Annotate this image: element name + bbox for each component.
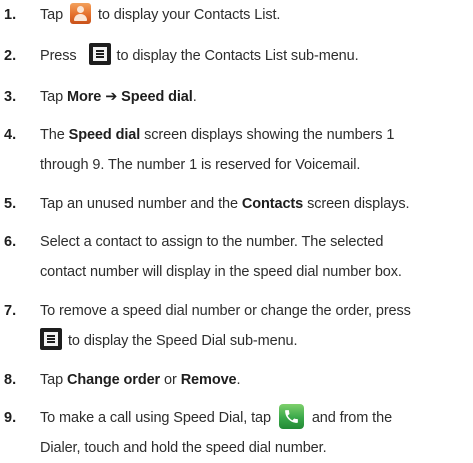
step-bold-text: Change order (67, 372, 161, 388)
step-number: 7. (4, 303, 17, 319)
step-text-part: Tap (40, 89, 64, 105)
step-text: Tap More ➔ Speed dial. (40, 82, 470, 112)
step-text: Press to display the Contacts List sub-m… (40, 41, 470, 71)
step-bold-text: Contacts (241, 196, 304, 212)
step-text-line2: contact number will display in the speed… (40, 264, 402, 280)
step-number: 6. (4, 234, 17, 250)
menu-key-icon (40, 328, 62, 351)
step-number: 1. (4, 7, 17, 23)
step-text-part: to display your Contacts List. (97, 7, 281, 23)
step-text: Select a contact to assign to the number… (40, 227, 470, 287)
contacts-app-icon (70, 2, 92, 24)
step-text-part: screen displays showing the numbers 1 (144, 127, 395, 143)
menu-key-icon (88, 43, 111, 66)
step-number: 2. (4, 48, 17, 64)
step-number: 3. (4, 89, 17, 105)
step-text-part: or (164, 372, 177, 388)
step-text-part: to display the Contacts List sub-menu. (116, 48, 359, 64)
step-text-part: The (40, 127, 65, 143)
step-bold-text: More ➔ Speed dial (67, 89, 193, 105)
step-text-part: Tap (40, 7, 64, 23)
step-text-part: Press (40, 48, 77, 64)
step-bold-text: Speed dial (68, 127, 141, 143)
step-text-line1: To remove a speed dial number or change … (40, 303, 411, 319)
step-text: Tap to display your Contacts List. (40, 0, 470, 30)
phone-dialer-icon (278, 403, 304, 429)
step-text: To make a call using Speed Dial, tap and… (40, 403, 470, 463)
step-text-part: Tap an unused number and the (40, 196, 238, 212)
step-text-line2: Dialer, touch and hold the speed dial nu… (40, 440, 327, 456)
step-text-line1: Select a contact to assign to the number… (40, 234, 384, 250)
step-number: 4. (4, 127, 17, 143)
step-text: To remove a speed dial number or change … (40, 296, 470, 356)
step-number: 8. (4, 372, 17, 388)
step-text-part: Tap (40, 372, 64, 388)
step-text: Tap an unused number and the Contacts sc… (40, 189, 470, 219)
step-text-part: . (236, 372, 241, 388)
step-number: 5. (4, 196, 17, 212)
step-text-part: . (192, 89, 197, 105)
step-text-line2: to display the Speed Dial sub-menu. (68, 333, 298, 349)
step-text: Tap Change order or Remove. (40, 365, 470, 395)
step-text: The Speed dial screen displays showing t… (40, 120, 470, 180)
step-text-part: screen displays. (307, 196, 410, 212)
step-text-part: To make a call using Speed Dial, tap (40, 410, 271, 426)
step-text-line2: through 9. The number 1 is reserved for … (40, 157, 361, 173)
step-number: 9. (4, 410, 17, 426)
step-bold-text: Remove (180, 372, 237, 388)
step-text-part: and from the (311, 410, 393, 426)
